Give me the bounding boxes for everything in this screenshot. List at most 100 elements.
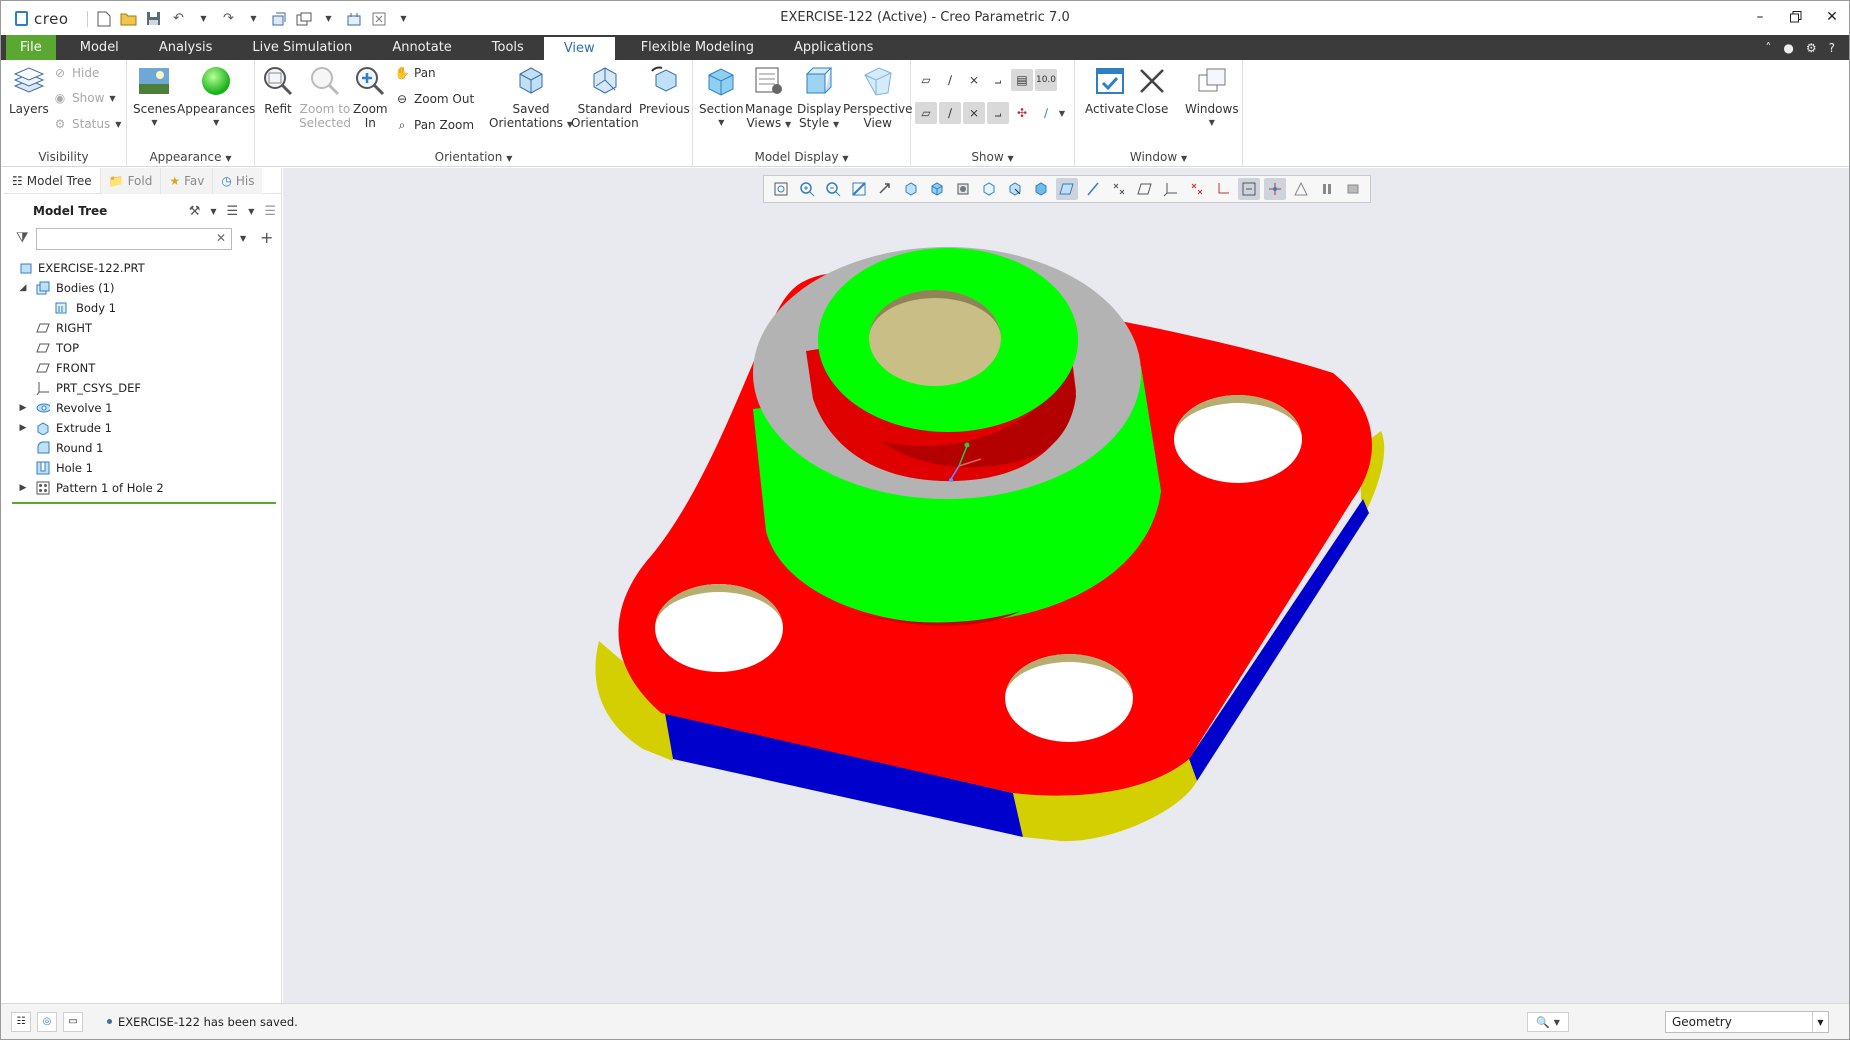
axis-display-icon[interactable]: ∕ xyxy=(939,69,961,91)
show-button[interactable]: ◉ Show ▼ xyxy=(53,91,116,105)
close-icon[interactable]: ✕ xyxy=(1823,7,1841,27)
help-icon[interactable]: ? xyxy=(1829,41,1835,55)
tab-tools[interactable]: Tools xyxy=(472,35,544,60)
hide-button[interactable]: ⊘ Hide xyxy=(53,66,99,80)
tree-settings-dropdown-icon[interactable]: ▼ xyxy=(210,207,216,216)
previous-orientation-button[interactable]: Previous xyxy=(639,64,690,116)
refit-button[interactable]: Refit xyxy=(261,64,295,116)
windows-dropdown-icon[interactable]: ▼ xyxy=(320,10,338,28)
repaint-icon[interactable] xyxy=(848,178,870,200)
plane-tag-display-icon[interactable]: ▱ xyxy=(915,102,937,124)
tree-item-right[interactable]: RIGHT xyxy=(4,318,282,338)
layers-button[interactable]: Layers xyxy=(9,64,49,116)
axis-display-toggle-icon[interactable] xyxy=(1082,178,1104,200)
tree-item-hole-1[interactable]: Hole 1 xyxy=(4,458,282,478)
point-tag-display-icon[interactable]: ⨯ xyxy=(963,102,985,124)
tab-favorites[interactable]: ★ Fav xyxy=(160,167,213,194)
tab-view[interactable]: View xyxy=(543,37,615,60)
csys-display-icon[interactable]: ⨼ xyxy=(987,69,1009,91)
redo-dropdown-icon[interactable]: ▼ xyxy=(245,10,263,28)
windows-icon[interactable] xyxy=(295,10,313,28)
collapse-icon[interactable]: ◢ xyxy=(18,283,28,293)
selection-filter-select[interactable]: Geometry ▼ xyxy=(1665,1011,1829,1033)
pan-button[interactable]: ✋ Pan xyxy=(395,66,436,80)
model-display-settings-icon[interactable] xyxy=(1238,178,1260,200)
filter-funnel-icon[interactable]: ⧩ xyxy=(16,230,29,246)
zoom-in-icon[interactable] xyxy=(796,178,818,200)
close-button[interactable]: Close xyxy=(1135,64,1169,116)
perspective-view-button[interactable]: Perspective View xyxy=(843,64,913,130)
tab-applications[interactable]: Applications xyxy=(774,35,893,60)
axis-tag-display-icon[interactable]: ∕ xyxy=(939,102,961,124)
tree-item-top[interactable]: TOP xyxy=(4,338,282,358)
section-view-icon[interactable] xyxy=(978,178,1000,200)
tree-item-front[interactable]: FRONT xyxy=(4,358,282,378)
add-item-icon[interactable]: + xyxy=(260,228,273,247)
display-style-icon[interactable] xyxy=(1030,178,1052,200)
model-3d-view[interactable] xyxy=(283,168,1849,1003)
tree-settings-icon[interactable]: ⚒ xyxy=(189,204,201,219)
point-tag-toggle-icon[interactable] xyxy=(1186,178,1208,200)
stop-animation-icon[interactable] xyxy=(1342,178,1364,200)
save-icon[interactable] xyxy=(145,10,163,28)
tab-analysis[interactable]: Analysis xyxy=(139,35,233,60)
hole-front-right[interactable] xyxy=(1005,654,1133,742)
plane-display-icon[interactable]: ▱ xyxy=(915,69,937,91)
redo-icon[interactable]: ↷ xyxy=(220,10,238,28)
undo-icon[interactable]: ↶ xyxy=(170,10,188,28)
tree-item-round-1[interactable]: Round 1 xyxy=(4,438,282,458)
saved-orientations-icon[interactable] xyxy=(900,178,922,200)
tree-item-body-1[interactable]: Body 1 xyxy=(4,298,282,318)
toggle-navigator-icon[interactable]: ☷ xyxy=(11,1011,31,1032)
appearance-gallery-icon[interactable] xyxy=(952,178,974,200)
tree-item-revolve-1[interactable]: ▶ Revolve 1 xyxy=(4,398,282,418)
tree-item-bodies[interactable]: ◢ Bodies (1) xyxy=(4,278,282,298)
tab-file[interactable]: File xyxy=(6,35,56,60)
appearances-button[interactable]: Appearances ▼ xyxy=(177,64,255,130)
regenerate-icon[interactable] xyxy=(270,10,288,28)
pause-animation-icon[interactable] xyxy=(1316,178,1338,200)
annotation-display-toggle-icon[interactable] xyxy=(1160,178,1182,200)
close-window-icon[interactable] xyxy=(370,10,388,28)
expand-icon[interactable]: ▶ xyxy=(18,483,28,493)
show-menu-dropdown-icon[interactable]: ▼ xyxy=(248,207,254,216)
csys-display-toggle-icon[interactable] xyxy=(1134,178,1156,200)
undo-dropdown-icon[interactable]: ▼ xyxy=(195,10,213,28)
full-screen-icon[interactable]: ▭ xyxy=(63,1011,83,1032)
manage-views-button[interactable]: Manage Views ▼ xyxy=(745,64,793,132)
graphics-window[interactable] xyxy=(283,168,1849,1003)
point-display-icon[interactable]: ⨯ xyxy=(963,69,985,91)
toggle-browser-icon[interactable]: ◎ xyxy=(37,1011,57,1032)
show-group-label[interactable]: Show ▼ xyxy=(911,150,1074,164)
restore-icon[interactable] xyxy=(1787,7,1805,27)
hole-back-right[interactable] xyxy=(1174,395,1302,483)
tree-filter-toggle-icon[interactable]: ☰ xyxy=(264,204,276,219)
notification-icon[interactable]: ● xyxy=(1783,41,1793,55)
standard-orientation-icon[interactable] xyxy=(1004,178,1026,200)
csys-tag-display-icon[interactable]: ⨼ xyxy=(987,102,1009,124)
csys-tag-toggle-icon[interactable] xyxy=(1212,178,1234,200)
tree-search-input[interactable] xyxy=(36,228,232,250)
find-button[interactable]: 🔍 ▼ xyxy=(1527,1012,1569,1032)
tree-item-csys[interactable]: PRT_CSYS_DEF xyxy=(4,378,282,398)
tab-live-simulation[interactable]: Live Simulation xyxy=(232,35,372,60)
clear-search-icon[interactable]: ✕ xyxy=(216,231,226,245)
tab-flexible-modeling[interactable]: Flexible Modeling xyxy=(615,35,774,60)
tree-item-pattern-1[interactable]: ▶ Pattern 1 of Hole 2 xyxy=(4,478,282,498)
tab-model-tree[interactable]: ☷ Model Tree xyxy=(4,168,100,194)
show-more-dropdown-icon[interactable]: ▼ xyxy=(1055,102,1069,124)
new-file-icon[interactable] xyxy=(95,10,113,28)
tab-annotate[interactable]: Annotate xyxy=(372,35,471,60)
display-style-button[interactable]: Display Style ▼ xyxy=(797,64,841,132)
plane-display-toggle-icon[interactable] xyxy=(1056,178,1078,200)
spin-center-icon[interactable] xyxy=(874,178,896,200)
insert-here-indicator[interactable] xyxy=(12,502,276,504)
model-display-group-label[interactable]: Model Display ▼ xyxy=(693,150,910,164)
saved-orientations-button[interactable]: Saved Orientations ▼ xyxy=(489,64,573,132)
minimize-ribbon-icon[interactable]: ˄ xyxy=(1765,41,1771,55)
search-dropdown-icon[interactable]: ▼ xyxy=(240,234,246,243)
section-button[interactable]: Section ▼ xyxy=(699,64,744,130)
dimension-display-icon[interactable]: 10.0 xyxy=(1035,69,1057,91)
spin-center-icon[interactable]: ✣ xyxy=(1011,102,1033,124)
window-group-label[interactable]: Window ▼ xyxy=(1075,150,1242,164)
